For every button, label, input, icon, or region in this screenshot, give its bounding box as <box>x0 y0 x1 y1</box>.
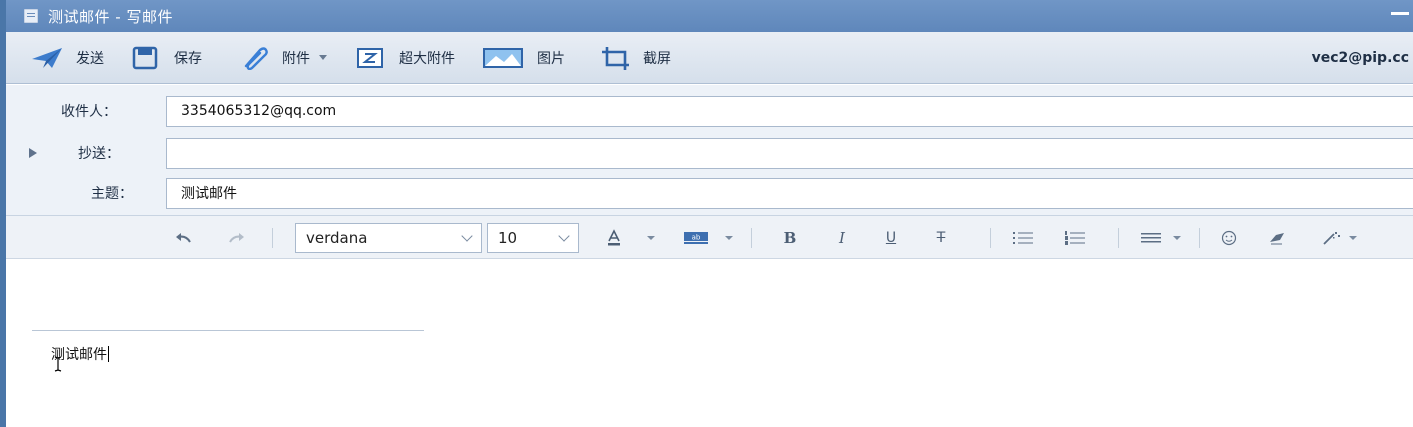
clear-format-icon[interactable] <box>1267 216 1287 259</box>
separator <box>990 228 991 248</box>
screenshot-button[interactable]: 截屏 <box>593 38 677 78</box>
italic-button[interactable]: I <box>833 216 851 259</box>
send-button[interactable]: 发送 <box>24 38 110 78</box>
to-row: 收件人： 3354065312@qq.com <box>6 95 1413 127</box>
numbered-list-icon[interactable] <box>1064 216 1086 259</box>
paperclip-icon <box>238 45 272 71</box>
image-button[interactable]: 图片 <box>475 38 571 78</box>
big-attach-label: 超大附件 <box>399 50 455 67</box>
subject-field[interactable]: 测试邮件 <box>166 177 1413 209</box>
expand-triangle-icon[interactable] <box>29 148 37 158</box>
save-icon <box>128 45 162 71</box>
underline-button[interactable]: U <box>882 216 900 259</box>
title-bar: 测试邮件 - 写邮件 <box>6 0 1413 32</box>
font-size-select[interactable]: 10 <box>487 223 579 253</box>
chevron-down-icon <box>558 230 570 242</box>
separator <box>1199 228 1200 248</box>
highlight-icon[interactable]: ab <box>683 216 709 259</box>
message-editor[interactable]: 测试邮件 <box>6 260 1413 427</box>
signature-divider <box>32 330 424 331</box>
attach-button[interactable]: 附件 <box>232 38 333 78</box>
format-toolbar: verdana 10 ab B I U T <box>6 216 1413 259</box>
screenshot-label: 截屏 <box>643 50 671 67</box>
separator <box>751 228 752 248</box>
subject-row: 主题： 测试邮件 <box>6 177 1413 209</box>
wand-dropdown-icon[interactable] <box>1348 216 1358 259</box>
main-toolbar: 发送 保存 附件 超大附件 图片 截屏 vec2@pip.cc <box>6 32 1413 84</box>
font-color-dropdown-icon[interactable] <box>646 216 656 259</box>
big-attachment-icon <box>353 45 387 71</box>
undo-icon[interactable] <box>172 216 194 259</box>
align-dropdown-icon[interactable] <box>1172 216 1182 259</box>
minimize-button[interactable] <box>1391 12 1409 15</box>
window-title: 测试邮件 - 写邮件 <box>48 7 173 26</box>
bold-button[interactable]: B <box>781 216 799 259</box>
font-family-value: verdana <box>306 229 368 247</box>
magic-wand-icon[interactable] <box>1322 216 1342 259</box>
attach-dropdown-icon[interactable] <box>319 55 327 60</box>
cc-label: 抄送： <box>78 146 120 162</box>
account-email: vec2@pip.cc <box>1311 50 1409 66</box>
chevron-down-icon <box>461 230 473 242</box>
ibeam-cursor-icon <box>54 356 62 372</box>
font-color-icon[interactable] <box>604 216 624 259</box>
send-label: 发送 <box>76 50 104 67</box>
strikethrough-button[interactable]: T <box>932 216 950 259</box>
emoji-icon[interactable] <box>1220 216 1238 259</box>
image-label: 图片 <box>537 50 565 67</box>
subject-label: 主题： <box>91 186 133 202</box>
crop-icon <box>599 45 633 71</box>
account-selector[interactable]: vec2@pip.cc <box>1312 32 1413 84</box>
app-icon <box>24 9 38 23</box>
font-size-value: 10 <box>498 229 518 247</box>
align-icon[interactable] <box>1140 216 1162 259</box>
big-attach-button[interactable]: 超大附件 <box>347 38 461 78</box>
cc-row: 抄送： <box>6 137 1413 169</box>
compose-window: 测试邮件 - 写邮件 发送 保存 附件 超大附件 图片 截屏 vec2@pip.… <box>0 0 1413 427</box>
text-caret <box>108 346 109 362</box>
paper-plane-icon <box>30 45 64 71</box>
font-family-select[interactable]: verdana <box>295 223 482 253</box>
separator <box>1118 228 1119 248</box>
picture-icon <box>481 45 525 71</box>
redo-icon[interactable] <box>226 216 248 259</box>
to-field[interactable]: 3354065312@qq.com <box>166 95 1413 127</box>
bullet-list-icon[interactable] <box>1012 216 1034 259</box>
svg-text:ab: ab <box>692 233 701 241</box>
separator <box>272 228 273 248</box>
attach-label: 附件 <box>282 50 310 67</box>
save-button[interactable]: 保存 <box>122 38 208 78</box>
save-label: 保存 <box>174 50 202 67</box>
header-fields: 收件人： 3354065312@qq.com 抄送： 主题： 测试邮件 <box>6 85 1413 216</box>
cc-field[interactable] <box>166 137 1413 169</box>
to-label: 收件人： <box>61 104 117 120</box>
highlight-dropdown-icon[interactable] <box>724 216 734 259</box>
